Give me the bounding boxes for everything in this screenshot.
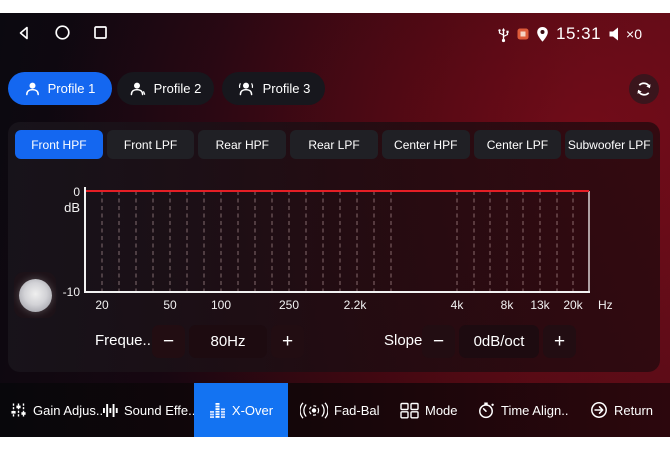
speaker-muted-icon [608,26,624,42]
slope-label: Slope [384,332,422,349]
frequency-plus-button[interactable]: + [271,325,304,358]
nav-time-align-label: Time Align.. [501,403,568,418]
grid-lines [102,191,573,291]
tab-front-lpf[interactable]: Front LPF [107,130,195,159]
reset-button[interactable] [629,74,659,104]
recents-icon[interactable] [93,25,108,40]
profile-1-label: Profile 1 [48,81,96,96]
nav-return[interactable]: Return [590,383,653,437]
fader-balance-icon [300,402,328,419]
bottom-nav: Gain Adjus.. Sound Effe.. X-Over [0,383,670,437]
profile-2-label: Profile 2 [154,81,202,96]
x-tick-label: 20 [95,298,109,312]
head-unit-screen: 15:31 ×0 Profile 1 Profile 2 Profile 3 F… [0,13,670,437]
nav-sound-effect[interactable]: Sound Effe.. [102,383,195,437]
y-axis-unit: dB [64,200,80,215]
slope-minus-button[interactable]: − [422,325,455,358]
return-arrow-icon [590,401,608,419]
x-tick-label: 50 [163,298,177,312]
x-tick-label: 2.2k [344,298,368,312]
nav-fad-bal[interactable]: Fad-Bal [300,383,380,437]
tab-center-hpf[interactable]: Center HPF [382,130,470,159]
home-icon[interactable] [54,24,71,41]
tab-rear-lpf[interactable]: Rear LPF [290,130,378,159]
nav-x-over[interactable]: X-Over [194,383,288,437]
slope-value: 0dB/oct [459,325,539,358]
status-bar: 15:31 ×0 [0,13,670,55]
frequency-value: 80Hz [189,325,267,358]
x-tick-label: 13k [530,298,550,312]
x-tick-label: 250 [279,298,299,312]
gain-knob[interactable] [19,279,52,312]
profile-1-tab[interactable]: Profile 1 [8,72,112,105]
user-icon [25,81,40,96]
gain-sliders-icon [10,402,27,419]
frequency-label: Freque.. [95,332,151,349]
nav-mode[interactable]: Mode [400,383,458,437]
location-icon [536,26,549,43]
nav-mode-label: Mode [425,403,458,418]
usb-icon [497,26,510,43]
y-tick-0: 0 [73,185,80,199]
x-tick-label: 4k [451,298,465,312]
nav-return-label: Return [614,403,653,418]
crossover-bars-icon [209,402,226,418]
volume-level: ×0 [626,26,642,42]
frequency-minus-button[interactable]: − [152,325,185,358]
nav-fad-bal-label: Fad-Bal [334,403,380,418]
x-axis-unit: Hz [598,298,613,312]
mute-indicator: ×0 [608,26,642,42]
user-icon [130,81,146,96]
notification-badge-icon [517,28,529,40]
profile-2-tab[interactable]: Profile 2 [117,72,214,105]
nav-gain-adjust[interactable]: Gain Adjus.. [10,383,103,437]
filter-tabs: Front HPF Front LPF Rear HPF Rear LPF Ce… [15,130,653,159]
tab-front-hpf[interactable]: Front HPF [15,130,103,159]
x-tick-labels: 20 50 100 250 2.2k 4k 8k 13k 20k [95,298,583,312]
tab-center-lpf[interactable]: Center LPF [474,130,562,159]
nav-sound-effect-label: Sound Effe.. [124,403,195,418]
profile-3-label: Profile 3 [263,81,311,96]
tab-rear-hpf[interactable]: Rear HPF [198,130,286,159]
gain-knob-well [14,272,56,318]
x-tick-label: 8k [501,298,515,312]
back-icon[interactable] [16,25,32,41]
x-tick-label: 20k [563,298,583,312]
nav-x-over-label: X-Over [232,403,273,418]
nav-time-align[interactable]: Time Align.. [478,383,568,437]
clock: 15:31 [556,24,601,44]
x-tick-label: 100 [211,298,231,312]
refresh-icon [635,80,653,98]
mode-grid-icon [400,402,419,419]
slope-plus-button[interactable]: + [543,325,576,358]
crossover-graph: 0 dB -10 20 50 100 250 2.2k 4k 8k 13k 20k Hz [0,178,670,318]
tab-subwoofer-lpf[interactable]: Subwoofer LPF [565,130,653,159]
equalizer-bars-icon [102,402,118,419]
nav-gain-adjust-label: Gain Adjus.. [33,403,103,418]
profile-3-tab[interactable]: Profile 3 [222,72,325,105]
stopwatch-icon [478,402,495,419]
y-tick-minus10: -10 [63,285,81,299]
user-icon [237,81,255,96]
